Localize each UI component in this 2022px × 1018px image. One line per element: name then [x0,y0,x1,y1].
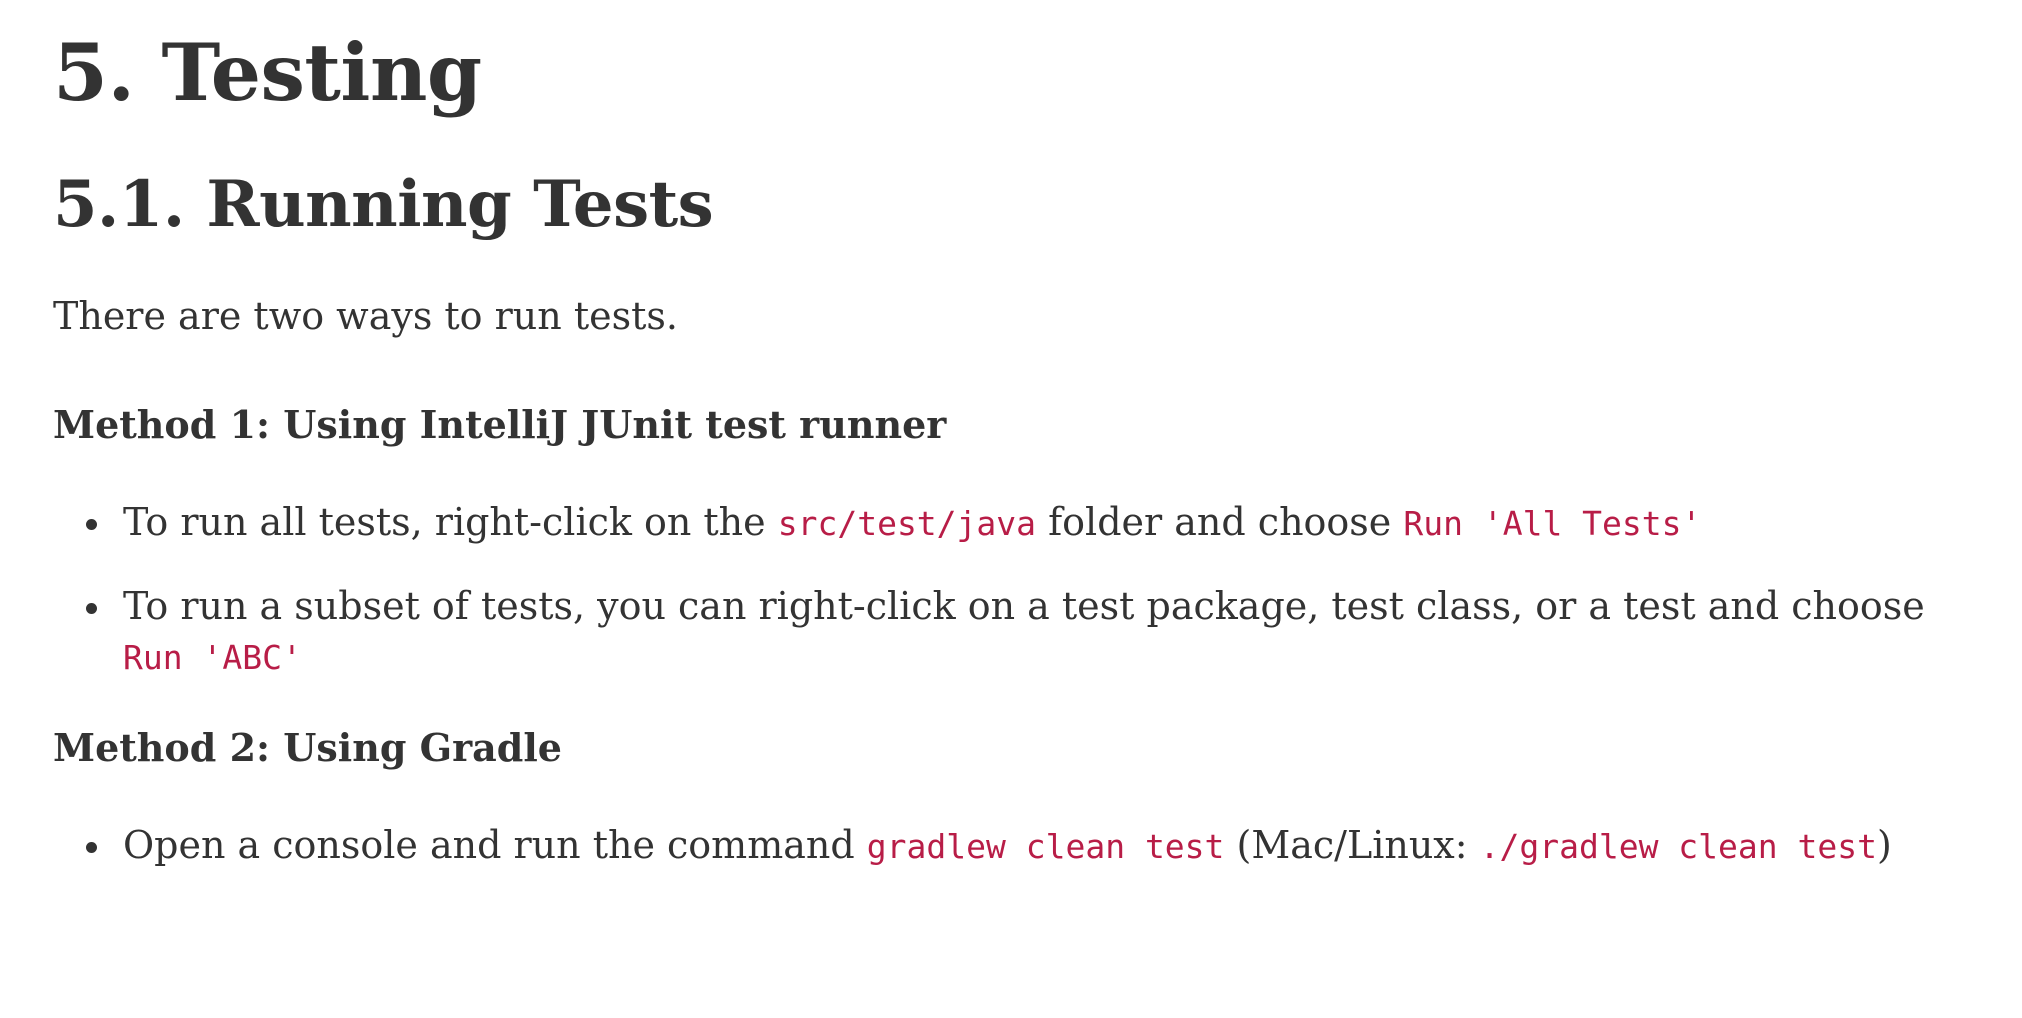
method-2-title: Method 2: Using Gradle [53,725,562,771]
list-item: Open a console and run the command gradl… [53,820,1982,872]
item-text: To run all tests, right-click on the [123,500,778,545]
section-title: 5.1. Running Tests [53,166,714,242]
bullet-icon [86,519,97,531]
item-text: To run a subset of tests, you can right-… [123,584,1925,629]
code-command: ./gradlew clean test [1479,827,1877,867]
method-1-list: To run all tests, right-click on the src… [53,497,1982,683]
bullet-icon [86,842,97,854]
item-text: ) [1876,823,1892,868]
item-text: (Mac/Linux: [1224,823,1480,868]
document: 5. Testing 5.1. Running Tests There are … [0,0,2022,872]
list-item: To run a subset of tests, you can right-… [53,581,1982,683]
method-1-title: Method 1: Using IntelliJ JUnit test runn… [53,401,947,447]
method-2-list: Open a console and run the command gradl… [53,820,1982,872]
bullet-icon [86,603,97,615]
code-command: Run 'ABC' [123,638,302,678]
list-item: To run all tests, right-click on the src… [53,497,1982,549]
item-text: folder and choose [1036,500,1404,545]
item-text: Open a console and run the command [123,823,867,868]
intro-paragraph: There are two ways to run tests. [53,294,678,339]
code-command: Run 'All Tests' [1403,504,1702,544]
code-command: gradlew clean test [866,827,1225,867]
code-path: src/test/java [777,504,1037,544]
page-title: 5. Testing [53,26,482,119]
